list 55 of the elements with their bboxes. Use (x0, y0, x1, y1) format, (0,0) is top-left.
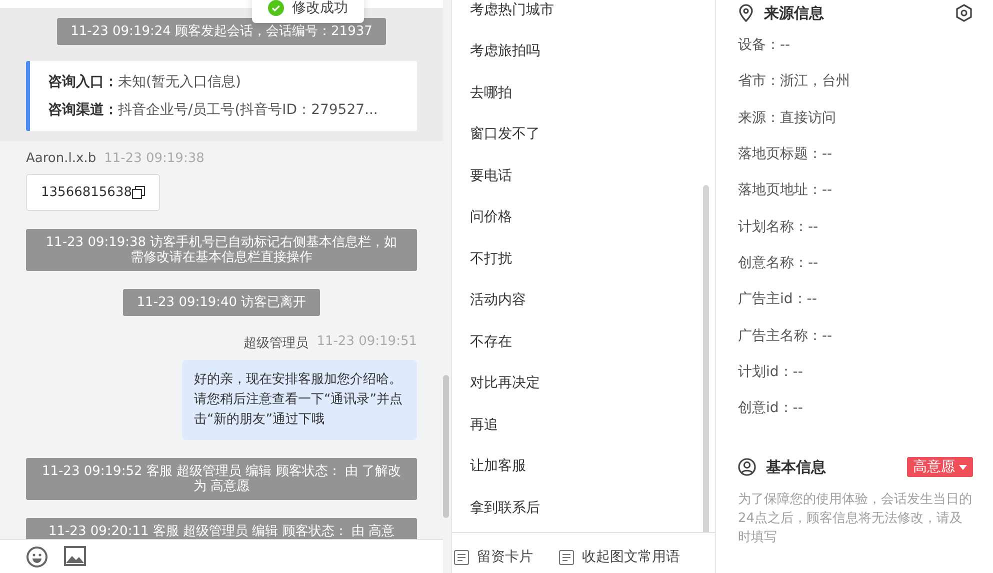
section-title: 基本信息 (766, 458, 826, 477)
quick-reply-item[interactable]: 考虑旅拍吗 (452, 30, 715, 72)
scrollbar[interactable] (703, 185, 709, 532)
source-field: 计划名称：-- (738, 208, 973, 245)
consult-info-row-text: 咨询入口：未知(暂无入口信息) (48, 73, 242, 91)
location-pin-icon (738, 4, 754, 22)
message-time: 11-23 09:19:51 (316, 334, 417, 351)
system-message: 11-23 09:19:38 访客手机号已自动标记右侧基本信息栏，如需修改请在基本信息栏直接操作 (26, 229, 417, 271)
quick-reply-item[interactable]: 考虑热门城市 (452, 0, 715, 30)
caret-icon (959, 464, 967, 470)
sender-name: 超级管理员 (244, 335, 309, 352)
source-field: 省市：浙江，台州 (738, 63, 973, 100)
quick-reply-item[interactable]: 要电话 (452, 155, 715, 196)
message-bubble: 好的亲，现在安排客服加您介绍哈。请您稍后注意查看一下“通讯录”并点击“新的朋友”通过下哦 (182, 360, 417, 440)
copy-icon[interactable] (132, 186, 145, 199)
quick-reply-item[interactable]: 让加客服 (452, 446, 715, 487)
system-message: 11-23 09:19:52 客服 超级管理员 编辑 顾客状态： 由 了解改为 高意愿 (26, 458, 417, 500)
system-message: 11-23 09:19:24 顾客发起会话，会话编号：21937 (56, 18, 386, 45)
source-field: 落地页标题：-- (738, 136, 973, 172)
section-title: 来源信息 (764, 4, 824, 22)
footer-button[interactable]: 留资卡片 (454, 547, 533, 567)
quick-reply-item[interactable]: 再追 (452, 404, 715, 446)
sender-name: Aaron.l.x.b (26, 151, 96, 166)
toast-message: 修改成功 (292, 0, 348, 17)
document-icon (559, 550, 574, 564)
source-field: 广告主id：-- (738, 281, 973, 318)
quick-reply-item[interactable]: 不打扰 (452, 238, 715, 280)
emoji-icon[interactable] (26, 546, 48, 568)
system-message: 11-23 09:19:40 访客已离开 (122, 289, 320, 316)
quick-reply-item[interactable]: 问价格 (452, 196, 715, 238)
source-field: 落地页地址：-- (738, 172, 973, 208)
quick-reply-item[interactable]: 活动内容 (452, 280, 715, 321)
quick-reply-item[interactable]: 窗口发不了 (452, 114, 715, 155)
image-icon[interactable] (64, 546, 86, 566)
message-time: 11-23 09:19:38 (104, 151, 204, 166)
settings-icon[interactable] (955, 4, 973, 22)
quick-reply-item[interactable]: 对比再决定 (452, 362, 715, 404)
source-field: 设备：-- (738, 27, 973, 64)
quick-reply-item[interactable]: 不存在 (452, 321, 715, 362)
status-dropdown[interactable]: 高意愿 (907, 457, 973, 478)
document-icon (454, 550, 469, 564)
source-field: 来源：直接访问 (738, 100, 973, 136)
system-message: 11-23 09:20:11 客服 超级管理员 编辑 顾客状态： 由 高意 (26, 518, 417, 539)
source-field: 创意id：-- (738, 390, 973, 426)
consult-info-row-text: 咨询渠道：抖音企业号/员工号(抖音号ID：279527... (48, 101, 379, 119)
user-circle-icon (738, 458, 756, 476)
phone-number: 13566815638 (41, 185, 132, 200)
scrollbar[interactable] (443, 375, 449, 518)
quick-reply-item[interactable]: 去哪拍 (452, 72, 715, 114)
quick-reply-item[interactable]: 拿到联系后 (452, 487, 715, 528)
notice-text: 为了保障您的使用体验，会话发生当日的24点之后，顾客信息将无法修改，请及时填写 (738, 491, 973, 548)
footer-button[interactable]: 收起图文常用语 (559, 547, 680, 567)
source-field: 计划id：-- (738, 354, 973, 390)
source-field: 创意名称：-- (738, 244, 973, 282)
source-field: 广告主名称：-- (738, 317, 973, 354)
